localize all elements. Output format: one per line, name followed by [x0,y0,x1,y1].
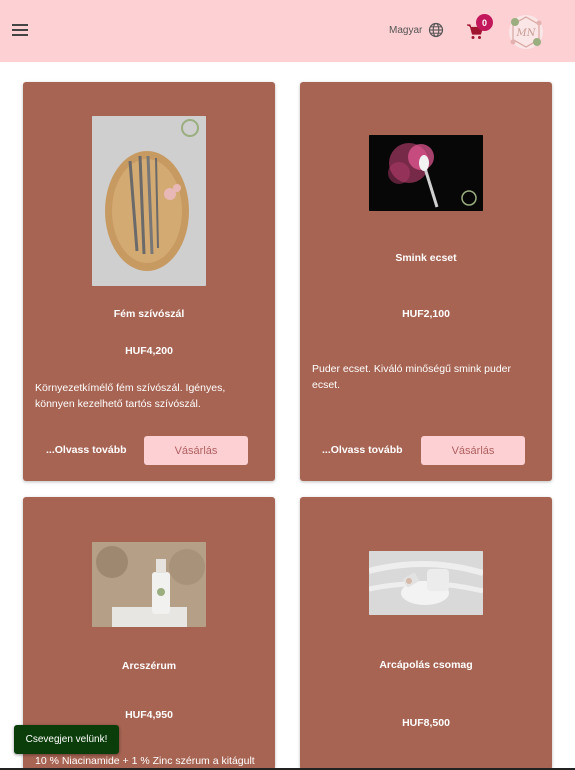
globe-icon [429,22,444,38]
chat-button[interactable]: Csevegjen velünk! [14,725,119,754]
product-title[interactable]: Smink ecset [300,252,552,264]
product-title[interactable]: Arcápolás csomag [300,659,552,671]
product-title[interactable]: Arcszérum [23,660,275,672]
buy-button[interactable]: Vásárlás [144,436,248,465]
product-title[interactable]: Fém szívószál [23,308,275,320]
read-more-link[interactable]: ...Olvass tovább [46,444,127,456]
language-selector[interactable]: Magyar [389,22,444,38]
product-description: Puder ecset. Kiváló minőségű smink puder… [312,363,512,391]
svg-text:MN: MN [516,28,537,39]
product-description: Környezetkímélő fém szívószál. Igényes, … [35,382,226,410]
product-description: 10 % Niacinamide + 1 % Zinc szérum a kit… [35,755,255,767]
product-image-face-serum[interactable] [92,542,206,627]
top-navigation-bar: Magyar 0 MN [0,0,575,62]
product-image-makeup-brush[interactable] [369,135,483,211]
cart-count-badge: 0 [476,14,493,31]
product-image-skincare-set[interactable] [369,551,483,615]
product-price: HUF2,100 [402,308,450,320]
product-image-metal-straw[interactable] [92,116,206,286]
hamburger-menu-icon[interactable] [12,24,28,38]
buy-button[interactable]: Vásárlás [421,436,525,465]
product-card: Arcápolás csomag HUF8,500 [300,497,552,770]
floral-wreath-logo[interactable]: MN [506,13,546,51]
product-price: HUF4,200 [125,345,173,357]
product-price: HUF8,500 [402,717,450,729]
product-card: Smink ecset HUF2,100 Puder ecset. Kiváló… [300,82,552,481]
product-card: Fém szívószál HUF4,200 Környezetkímélő f… [23,82,275,481]
read-more-link[interactable]: ...Olvass tovább [322,444,403,456]
product-price: HUF4,950 [125,709,173,721]
language-label: Magyar [389,24,423,36]
